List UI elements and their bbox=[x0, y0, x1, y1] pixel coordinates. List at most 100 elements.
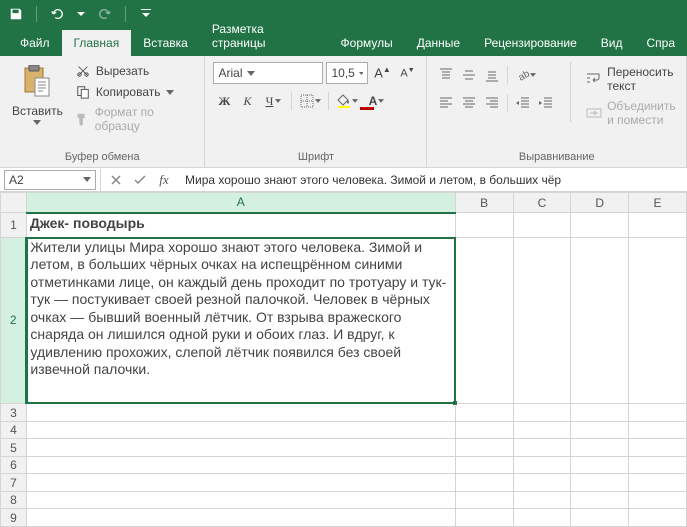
fill-handle[interactable] bbox=[452, 400, 458, 406]
cell-c7[interactable] bbox=[513, 474, 571, 492]
cell-d5[interactable] bbox=[571, 439, 629, 457]
tab-data[interactable]: Данные bbox=[405, 30, 472, 56]
align-right-button[interactable] bbox=[481, 92, 503, 114]
underline-button[interactable]: Ч bbox=[259, 90, 287, 112]
cut-button[interactable]: Вырезать bbox=[73, 62, 197, 80]
align-center-button[interactable] bbox=[458, 92, 480, 114]
col-header-d[interactable]: D bbox=[571, 193, 629, 213]
row-header-2[interactable]: 2 bbox=[1, 237, 27, 404]
name-box[interactable]: A2 bbox=[4, 170, 96, 190]
cell-a2[interactable]: Жители улицы Мира хорошо знают этого чел… bbox=[26, 237, 455, 404]
row-header-5[interactable]: 5 bbox=[1, 439, 27, 457]
wrap-text-button[interactable]: Переносить текст bbox=[584, 64, 678, 94]
increase-font-button[interactable]: A▲ bbox=[371, 62, 393, 84]
worksheet-grid[interactable]: A B C D E 1 Джек- поводырь 2 Жители улиц… bbox=[0, 192, 687, 527]
cell-c8[interactable] bbox=[513, 491, 571, 509]
row-header-6[interactable]: 6 bbox=[1, 456, 27, 474]
cell-d6[interactable] bbox=[571, 456, 629, 474]
tab-help[interactable]: Спра bbox=[634, 30, 687, 56]
paste-button[interactable]: Вставить bbox=[8, 60, 67, 149]
cell-d9[interactable] bbox=[571, 509, 629, 527]
cell-a4[interactable] bbox=[26, 421, 455, 439]
format-painter-button[interactable]: Формат по образцу bbox=[73, 104, 197, 134]
font-color-button[interactable]: A bbox=[362, 90, 390, 112]
undo-dropdown-icon[interactable] bbox=[75, 4, 87, 24]
cancel-icon[interactable] bbox=[107, 171, 125, 189]
merge-button[interactable]: Объединить и помести bbox=[584, 98, 678, 128]
cell-d3[interactable] bbox=[571, 404, 629, 422]
font-size-combo[interactable]: 10,5 bbox=[326, 62, 368, 84]
cell-c9[interactable] bbox=[513, 509, 571, 527]
tab-file[interactable]: Файл bbox=[8, 30, 62, 56]
select-all-corner[interactable] bbox=[1, 193, 27, 213]
cell-e7[interactable] bbox=[629, 474, 687, 492]
cell-a7[interactable] bbox=[26, 474, 455, 492]
align-top-button[interactable] bbox=[435, 64, 457, 86]
cell-b2[interactable] bbox=[455, 237, 513, 404]
increase-indent-button[interactable] bbox=[535, 92, 557, 114]
decrease-font-button[interactable]: A▼ bbox=[396, 62, 418, 84]
cell-b3[interactable] bbox=[455, 404, 513, 422]
cell-b9[interactable] bbox=[455, 509, 513, 527]
cell-d1[interactable] bbox=[571, 213, 629, 238]
tab-review[interactable]: Рецензирование bbox=[472, 30, 589, 56]
col-header-e[interactable]: E bbox=[629, 193, 687, 213]
cell-b6[interactable] bbox=[455, 456, 513, 474]
cell-a1[interactable]: Джек- поводырь bbox=[26, 213, 455, 238]
cell-e9[interactable] bbox=[629, 509, 687, 527]
cell-d8[interactable] bbox=[571, 491, 629, 509]
cell-a6[interactable] bbox=[26, 456, 455, 474]
row-header-8[interactable]: 8 bbox=[1, 491, 27, 509]
cell-e2[interactable] bbox=[629, 237, 687, 404]
font-name-combo[interactable]: Arial bbox=[213, 62, 323, 84]
fx-icon[interactable]: fx bbox=[155, 171, 173, 189]
formula-bar-input[interactable]: Мира хорошо знают этого человека. Зимой … bbox=[179, 173, 687, 187]
copy-button[interactable]: Копировать bbox=[73, 83, 197, 101]
enter-icon[interactable] bbox=[131, 171, 149, 189]
cell-b4[interactable] bbox=[455, 421, 513, 439]
col-header-b[interactable]: B bbox=[455, 193, 513, 213]
cell-b5[interactable] bbox=[455, 439, 513, 457]
row-header-1[interactable]: 1 bbox=[1, 213, 27, 238]
cell-b1[interactable] bbox=[455, 213, 513, 238]
qat-customize-icon[interactable] bbox=[136, 4, 156, 24]
align-middle-button[interactable] bbox=[458, 64, 480, 86]
decrease-indent-button[interactable] bbox=[512, 92, 534, 114]
row-header-3[interactable]: 3 bbox=[1, 404, 27, 422]
tab-insert[interactable]: Вставка bbox=[131, 30, 200, 56]
save-icon[interactable] bbox=[6, 4, 26, 24]
cell-a3[interactable] bbox=[26, 404, 455, 422]
cell-e5[interactable] bbox=[629, 439, 687, 457]
tab-page-layout[interactable]: Разметка страницы bbox=[200, 16, 329, 56]
cell-a5[interactable] bbox=[26, 439, 455, 457]
cell-b7[interactable] bbox=[455, 474, 513, 492]
cell-c4[interactable] bbox=[513, 421, 571, 439]
cell-e1[interactable] bbox=[629, 213, 687, 238]
italic-button[interactable]: К bbox=[236, 90, 258, 112]
cell-c1[interactable] bbox=[513, 213, 571, 238]
cell-a8[interactable] bbox=[26, 491, 455, 509]
cell-e4[interactable] bbox=[629, 421, 687, 439]
cell-e6[interactable] bbox=[629, 456, 687, 474]
redo-icon[interactable] bbox=[95, 4, 115, 24]
cell-b8[interactable] bbox=[455, 491, 513, 509]
undo-icon[interactable] bbox=[47, 4, 67, 24]
cell-d7[interactable] bbox=[571, 474, 629, 492]
cell-c3[interactable] bbox=[513, 404, 571, 422]
cell-e8[interactable] bbox=[629, 491, 687, 509]
borders-button[interactable] bbox=[296, 90, 324, 112]
bold-button[interactable]: Ж bbox=[213, 90, 235, 112]
tab-home[interactable]: Главная bbox=[62, 30, 132, 56]
align-bottom-button[interactable] bbox=[481, 64, 503, 86]
orientation-button[interactable]: ab bbox=[512, 64, 540, 86]
row-header-4[interactable]: 4 bbox=[1, 421, 27, 439]
cell-d2[interactable] bbox=[571, 237, 629, 404]
col-header-a[interactable]: A bbox=[26, 193, 455, 213]
row-header-9[interactable]: 9 bbox=[1, 509, 27, 527]
align-left-button[interactable] bbox=[435, 92, 457, 114]
row-header-7[interactable]: 7 bbox=[1, 474, 27, 492]
cell-c6[interactable] bbox=[513, 456, 571, 474]
cell-c2[interactable] bbox=[513, 237, 571, 404]
cell-e3[interactable] bbox=[629, 404, 687, 422]
tab-formulas[interactable]: Формулы bbox=[329, 30, 405, 56]
